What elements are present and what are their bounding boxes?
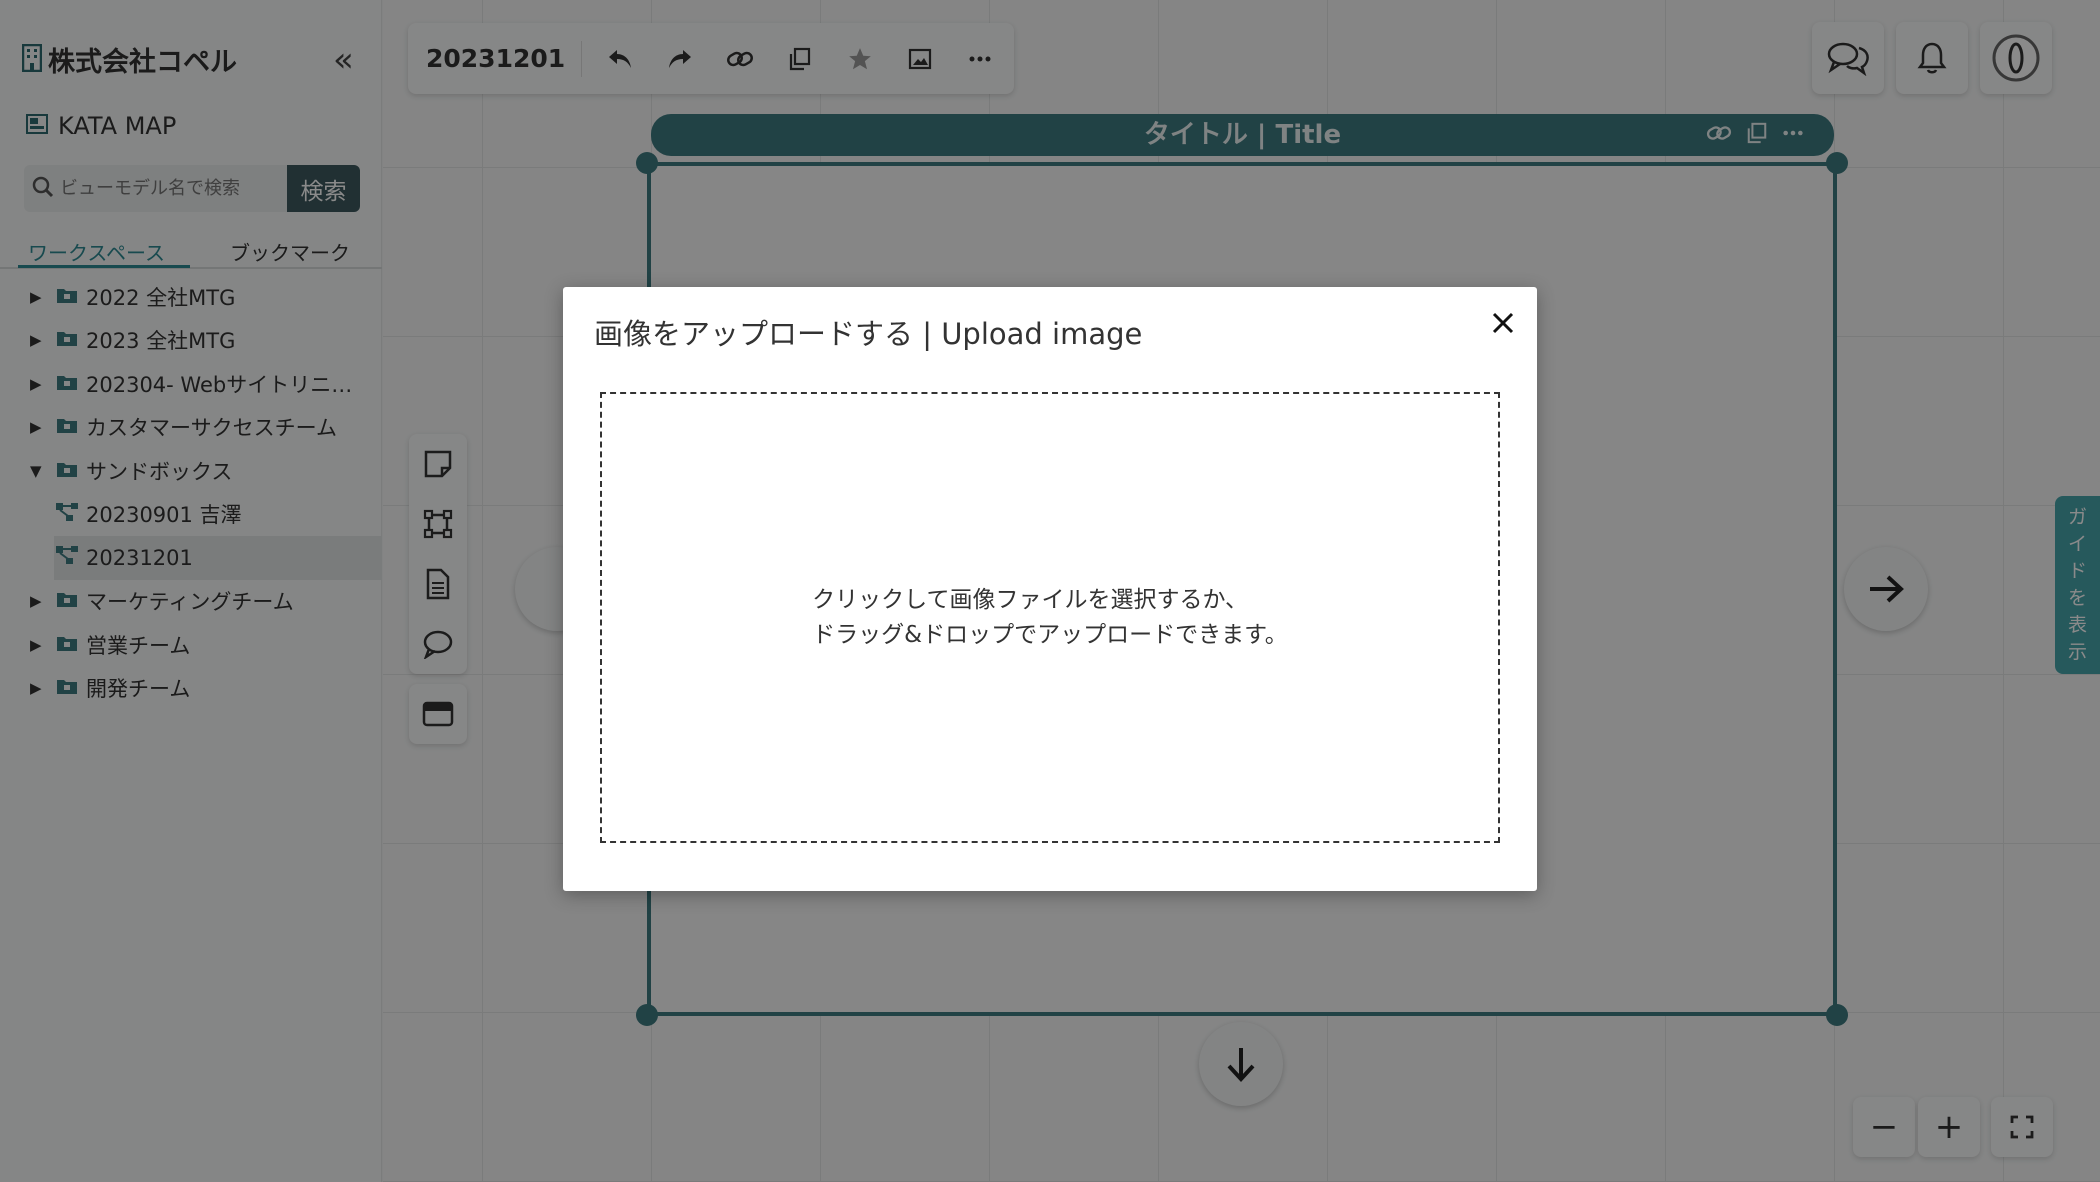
dropzone-line: クリックして画像ファイルを選択するか、 [812, 586, 1249, 613]
close-modal-button[interactable] [1483, 303, 1523, 343]
modal-title: 画像をアップロードする | Upload image [594, 317, 1143, 351]
close-icon [1492, 312, 1514, 334]
image-dropzone[interactable]: クリックして画像ファイルを選択するか、 ドラッグ&ドロップでアップロードできます… [600, 392, 1500, 843]
upload-image-modal: 画像をアップロードする | Upload image クリックして画像ファイルを… [563, 287, 1537, 891]
dropzone-instructions: クリックして画像ファイルを選択するか、 ドラッグ&ドロップでアップロードできます… [812, 583, 1288, 653]
dropzone-line: ドラッグ&ドロップでアップロードできます。 [812, 621, 1288, 648]
